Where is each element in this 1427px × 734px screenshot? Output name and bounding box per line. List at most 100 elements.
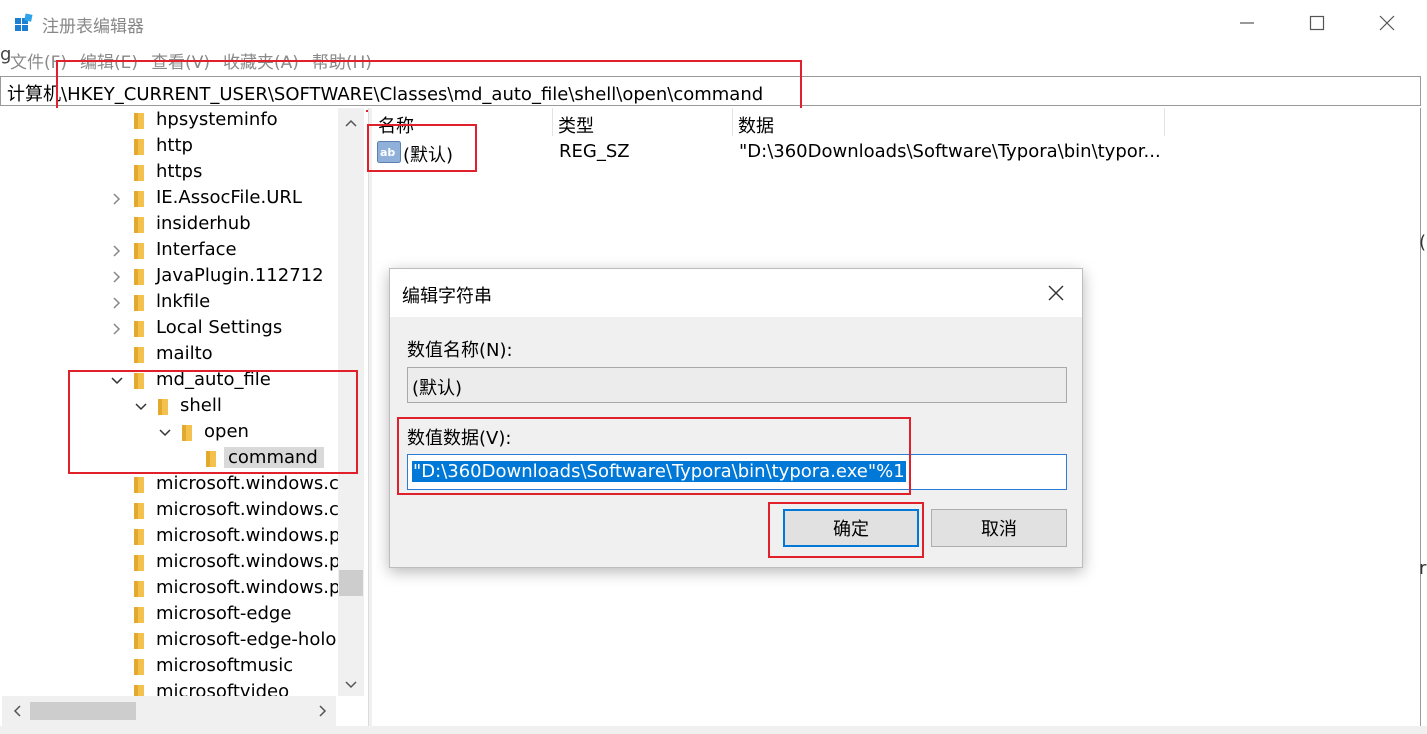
tree-item[interactable]: lnkfile [2, 290, 338, 316]
menu-view[interactable]: 查看(V) [151, 48, 210, 73]
folder-icon [158, 399, 168, 415]
minimize-button[interactable] [1212, 0, 1282, 46]
tree-item-label: microsoft.windows.ca [156, 473, 350, 494]
chevron-down-icon[interactable] [110, 374, 124, 388]
column-separator[interactable] [1164, 108, 1165, 136]
folder-icon [134, 555, 144, 571]
menu-favorites[interactable]: 收藏夹(A) [223, 48, 299, 73]
value-data: "D:\360Downloads\Software\Typora\bin\typ… [739, 141, 1161, 162]
tree-vertical-scrollbar[interactable] [338, 108, 364, 696]
tree-item-label: open [204, 421, 249, 442]
tree-item[interactable]: microsoft.windows.pl [2, 550, 345, 576]
column-header-name[interactable]: 名称 [378, 112, 414, 138]
tree-item[interactable]: microsoft-edge [2, 602, 338, 628]
folder-icon [134, 321, 144, 337]
close-icon [1379, 15, 1395, 31]
tree-item[interactable]: microsoft.windows.ca [2, 472, 350, 498]
tree-item[interactable]: insiderhub [2, 212, 338, 238]
folder-icon [134, 165, 144, 181]
chevron-down-icon[interactable] [134, 400, 148, 414]
scroll-thumb[interactable] [30, 702, 136, 720]
address-path[interactable]: 计算机\HKEY_CURRENT_USER\SOFTWARE\Classes\m… [7, 80, 763, 106]
scroll-up-icon[interactable] [344, 116, 358, 130]
tree-item[interactable]: open [2, 420, 338, 446]
scroll-right-icon[interactable] [316, 704, 330, 718]
chevron-right-icon[interactable] [110, 270, 124, 284]
address-bar[interactable]: 计算机\HKEY_CURRENT_USER\SOFTWARE\Classes\m… [0, 76, 1421, 106]
tree-item-label: hpsysteminfo [156, 109, 278, 130]
folder-icon [134, 295, 144, 311]
chevron-right-icon[interactable] [110, 296, 124, 310]
tree-item-label: microsoft.windows.pl [156, 551, 346, 572]
chevron-right-icon[interactable] [110, 192, 124, 206]
value-name: (默认) [403, 145, 454, 166]
close-icon[interactable] [1046, 283, 1066, 303]
folder-icon [206, 451, 216, 467]
list-item[interactable]: ab (默认) REG_SZ "D:\360Downloads\Software… [372, 138, 1172, 166]
tree-horizontal-scrollbar[interactable] [2, 696, 336, 726]
menu-bar: 文件(F) 编辑(E) 查看(V) 收藏夹(A) 帮助(H) [0, 46, 1427, 74]
list-header: 名称 类型 数据 [372, 108, 1165, 138]
folder-icon [134, 529, 144, 545]
value-data-text[interactable]: "D:\360Downloads\Software\Typora\bin\typ… [412, 461, 906, 482]
chevron-right-icon[interactable] [110, 322, 124, 336]
key-tree[interactable]: hpsysteminfo http https IE.AssocFile.URL ins… [2, 108, 366, 726]
string-value-icon: ab [377, 141, 401, 163]
tree-item[interactable]: IE.AssocFile.URL [2, 186, 338, 212]
value-type: REG_SZ [559, 141, 630, 162]
tree-item[interactable]: microsoft.windows.pl [2, 576, 345, 602]
tree-item-label: IE.AssocFile.URL [156, 187, 302, 208]
tree-item[interactable]: JavaPlugin.112712 [2, 264, 338, 290]
maximize-icon [1309, 15, 1325, 31]
tree-item[interactable]: microsoftmusic [2, 654, 338, 680]
tree-item[interactable]: command [2, 446, 338, 472]
tree-item-label: mailto [156, 343, 213, 364]
column-separator[interactable] [552, 108, 553, 136]
tree-item-label: microsoftmusic [156, 655, 294, 676]
chevron-down-icon[interactable] [158, 426, 172, 440]
folder-icon [134, 373, 144, 389]
folder-icon [134, 659, 144, 675]
tree-item-label: lnkfile [156, 291, 211, 312]
tree-item[interactable]: microsoft.windows.ca [2, 498, 350, 524]
tree-item[interactable]: microsoft-edge-holo [2, 628, 338, 654]
value-data-label: 数值数据(V): [407, 428, 512, 449]
tree-item[interactable]: microsoft.windows.pl [2, 524, 345, 550]
value-name-field: (默认) [407, 367, 1067, 403]
value-data-field[interactable]: "D:\360Downloads\Software\Typora\bin\typ… [407, 454, 1067, 490]
tree-item[interactable]: Interface [2, 238, 338, 264]
scroll-thumb[interactable] [339, 570, 363, 596]
tree-item[interactable]: mailto [2, 342, 338, 368]
menu-file[interactable]: 文件(F) [10, 48, 67, 73]
menu-help[interactable]: 帮助(H) [312, 48, 372, 73]
tree-item-label: http [156, 135, 193, 156]
column-separator[interactable] [732, 108, 733, 136]
maximize-button[interactable] [1282, 0, 1352, 46]
tree-item[interactable]: md_auto_file [2, 368, 338, 394]
tree-item-label: command [224, 447, 324, 468]
scroll-down-icon[interactable] [344, 678, 358, 692]
chevron-right-icon[interactable] [110, 244, 124, 258]
column-header-type[interactable]: 类型 [558, 112, 594, 138]
edge-glyph: r [1419, 558, 1427, 579]
tree-item[interactable]: hpsysteminfo [2, 108, 338, 134]
tree-item[interactable]: http [2, 134, 338, 160]
tree-item[interactable]: https [2, 160, 338, 186]
tree-item[interactable]: Local Settings [2, 316, 338, 342]
tree-item-label: microsoft-edge [156, 603, 292, 624]
folder-icon [134, 113, 144, 129]
folder-icon [134, 581, 144, 597]
cancel-button[interactable]: 取消 [931, 509, 1067, 547]
tree-item-label: Interface [156, 239, 237, 260]
tree-item[interactable]: shell [2, 394, 338, 420]
menu-edit[interactable]: 编辑(E) [80, 48, 138, 73]
column-header-data[interactable]: 数据 [738, 112, 774, 138]
tree-item-label: shell [180, 395, 222, 416]
svg-text:ab: ab [380, 146, 395, 159]
value-name-label: 数值名称(N): [407, 340, 513, 361]
ok-button[interactable]: 确定 [783, 509, 919, 547]
folder-icon [134, 191, 144, 207]
scroll-left-icon[interactable] [10, 704, 24, 718]
close-button[interactable] [1352, 0, 1422, 46]
registry-editor-icon [15, 13, 33, 31]
